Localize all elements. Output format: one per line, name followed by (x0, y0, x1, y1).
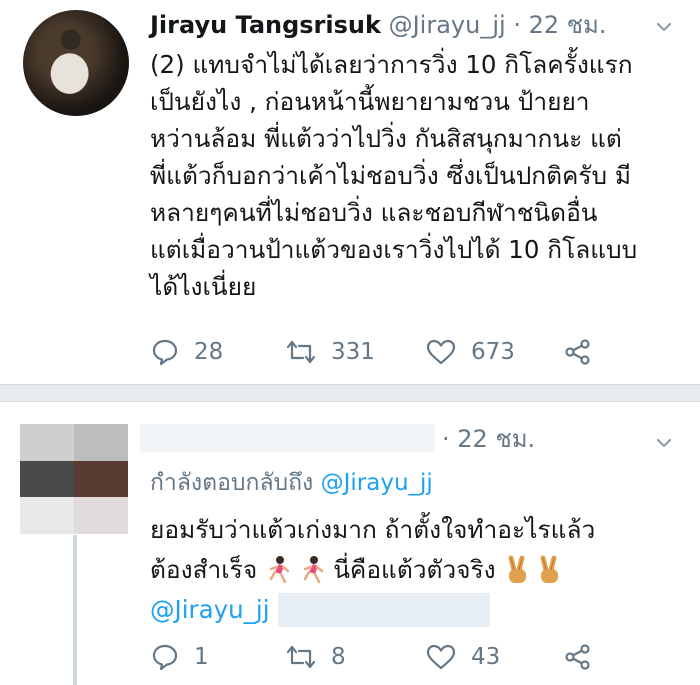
retweet-button[interactable]: 8 (285, 637, 346, 677)
author-handle[interactable]: @Jirayu_jj (389, 11, 506, 39)
share-button[interactable] (563, 332, 593, 372)
replying-to: กำลังตอบกลับถึง @Jirayu_jj (150, 465, 433, 501)
avatar-pixel (20, 497, 74, 534)
tweet-timestamp[interactable]: 22 ชม. (457, 425, 535, 453)
reply-button[interactable]: 28 (150, 332, 223, 372)
tweet-body-line: แต่เมื่อวานป้าแต้วของเราวิ่งไปได้ 10 กิโ… (150, 235, 638, 264)
reply-count: 28 (194, 339, 224, 365)
separator-dot: · (442, 425, 450, 453)
share-icon (565, 339, 590, 365)
running-woman-emoji (269, 556, 290, 584)
tweet-body: (2) แทบจำไม่ได้เลยว่าการวิ่ง 10 กิโลครั้… (150, 46, 637, 305)
replying-to-label: กำลังตอบกลับถึง (150, 470, 314, 496)
tweet-body-text: ต้องสำเร็จ (150, 555, 258, 584)
victory-hand-emoji (540, 555, 558, 583)
tweet-body-line: ต้องสำเร็จ นี่คือแต้วตัวจริง (150, 550, 595, 590)
share-icon (565, 644, 590, 670)
running-woman-emoji (303, 556, 324, 584)
avatar-pixel (74, 424, 128, 461)
tweet-body-text: นี่คือแต้วตัวจริง (333, 555, 496, 584)
tweet-body-line: @Jirayu_jj (150, 590, 595, 630)
reply-icon (152, 339, 178, 366)
retweet-button[interactable]: 331 (285, 332, 375, 372)
like-count: 673 (471, 339, 515, 365)
tweet-body-line: (2) แทบจำไม่ได้เลยว่าการวิ่ง 10 กิโลครั้… (150, 50, 633, 79)
chevron-down-icon[interactable] (657, 20, 671, 34)
censored-mention (277, 593, 490, 627)
like-button[interactable]: 43 (425, 637, 500, 677)
retweet-icon (286, 645, 316, 669)
tweet-body-line: ยอมรับว่าแต้วเก่งมาก ถ้าตั้งใจทำอะไรแล้ว (150, 515, 596, 544)
tweet-header: · 22 ชม. (442, 422, 535, 456)
mention-link[interactable]: @Jirayu_jj (150, 590, 270, 630)
heart-icon (426, 339, 456, 365)
reply-count: 1 (194, 644, 209, 670)
chevron-down-icon[interactable] (657, 436, 671, 450)
like-button[interactable]: 673 (425, 332, 515, 372)
victory-hand-emoji (508, 555, 526, 583)
separator-dot: · (513, 11, 521, 39)
tweet-actions: 1 8 43 (150, 637, 670, 677)
tweet-header: Jirayu Tangsrisuk @Jirayu_jj · 22 ชม. (150, 8, 607, 42)
tweet-body-line: หลายๆคนที่ไม่ชอบวิ่ง และชอบกีฬาชนิดอื่น (150, 198, 598, 227)
author-name[interactable]: Jirayu Tangsrisuk (150, 11, 381, 39)
reply-icon (152, 644, 178, 671)
heart-icon (426, 644, 456, 670)
tweet-divider (0, 384, 700, 402)
avatar[interactable] (23, 10, 129, 116)
reply-button[interactable]: 1 (150, 637, 209, 677)
tweet-actions: 28 331 673 (150, 332, 670, 372)
tweet-body-line: ได้ไงเนี่ยย (150, 272, 257, 301)
censored-author-name (140, 424, 435, 452)
tweet-body-line: หว่านล้อม พี่แต้วว่าไปวิ่ง กันสิสนุกมากน… (150, 124, 622, 153)
replying-to-handle[interactable]: @Jirayu_jj (321, 470, 433, 496)
tweet-timestamp[interactable]: 22 ชม. (529, 11, 607, 39)
thread-line (73, 535, 77, 685)
avatar-pixel (20, 460, 74, 498)
share-button[interactable] (563, 637, 593, 677)
retweet-count: 8 (331, 644, 346, 670)
tweet-main: Jirayu Tangsrisuk @Jirayu_jj · 22 ชม. (2… (0, 0, 700, 384)
retweet-icon (286, 340, 316, 364)
avatar-blurred[interactable] (20, 424, 128, 534)
tweet-body-line: เป็นยังไง , ก่อนหน้านี้พยายามชวน ป้ายยา (150, 87, 590, 116)
like-count: 43 (471, 644, 501, 670)
tweet-body: ยอมรับว่าแต้วเก่งมาก ถ้าตั้งใจทำอะไรแล้ว… (150, 510, 595, 630)
tweet-body-line: พี่แต้วก็บอกว่าเค้าไม่ชอบวิ่ง ซึ่งเป็นปก… (150, 161, 632, 190)
avatar-pixel (74, 497, 128, 534)
avatar-pixel (20, 424, 74, 461)
retweet-count: 331 (331, 339, 375, 365)
avatar-pixel (74, 460, 128, 498)
